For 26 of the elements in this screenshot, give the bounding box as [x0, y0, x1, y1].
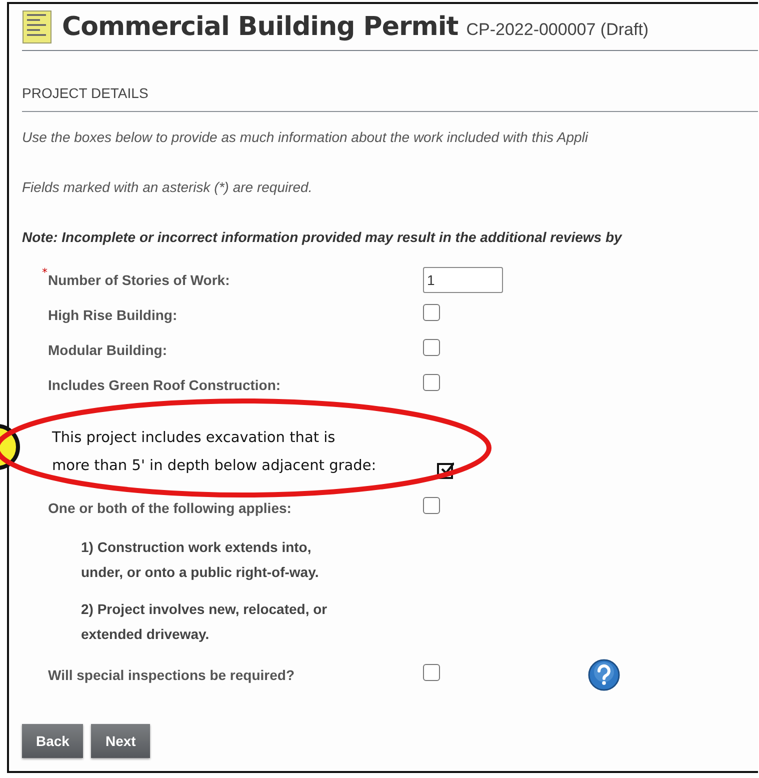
- checkbox[interactable]: [423, 339, 440, 356]
- checkbox[interactable]: [423, 374, 440, 391]
- instruction-text: Note: Incomplete or incorrect information provided may result in the additional reviews by: [22, 229, 624, 245]
- help-icon[interactable]: [588, 658, 620, 690]
- note-text: 2) Project involves new, relocated, or extended driveway.: [81, 600, 328, 644]
- input-field[interactable]: 1: [423, 266, 503, 292]
- next-button[interactable]: Next: [91, 724, 150, 758]
- form-document-icon: [22, 10, 52, 44]
- field-label: High Rise Building:: [48, 306, 178, 322]
- page-title: Commercial Building Permit: [62, 12, 458, 42]
- field-label: Modular Building:: [48, 342, 168, 358]
- checkbox[interactable]: [423, 497, 440, 514]
- field-label: Will special inspections be required?: [48, 666, 296, 682]
- checkbox[interactable]: [423, 304, 440, 321]
- instruction-text: Fields marked with an asterisk (*) are required.: [22, 179, 314, 195]
- field-label: One or both of the following applies:: [48, 500, 292, 516]
- record-number: CP-2022-000007 (Draft): [466, 20, 649, 41]
- required-asterisk: *: [42, 266, 48, 279]
- checkbox[interactable]: [423, 664, 440, 681]
- field-label: This project includes excavation that is more than 5' in depth below adjacent grade:: [52, 429, 378, 476]
- note-text: 1) Construction work extends into, under, or onto a public right-of-way.: [81, 538, 320, 582]
- field-label: Includes Green Roof Construction:: [48, 376, 282, 392]
- field-label: Number of Stories of Work:: [48, 272, 230, 288]
- back-button[interactable]: Back: [22, 724, 84, 758]
- instruction-text: Use the boxes below to provide as much information about the work included with this Appli: [22, 129, 590, 145]
- section-title: PROJECT DETAILS: [22, 51, 758, 112]
